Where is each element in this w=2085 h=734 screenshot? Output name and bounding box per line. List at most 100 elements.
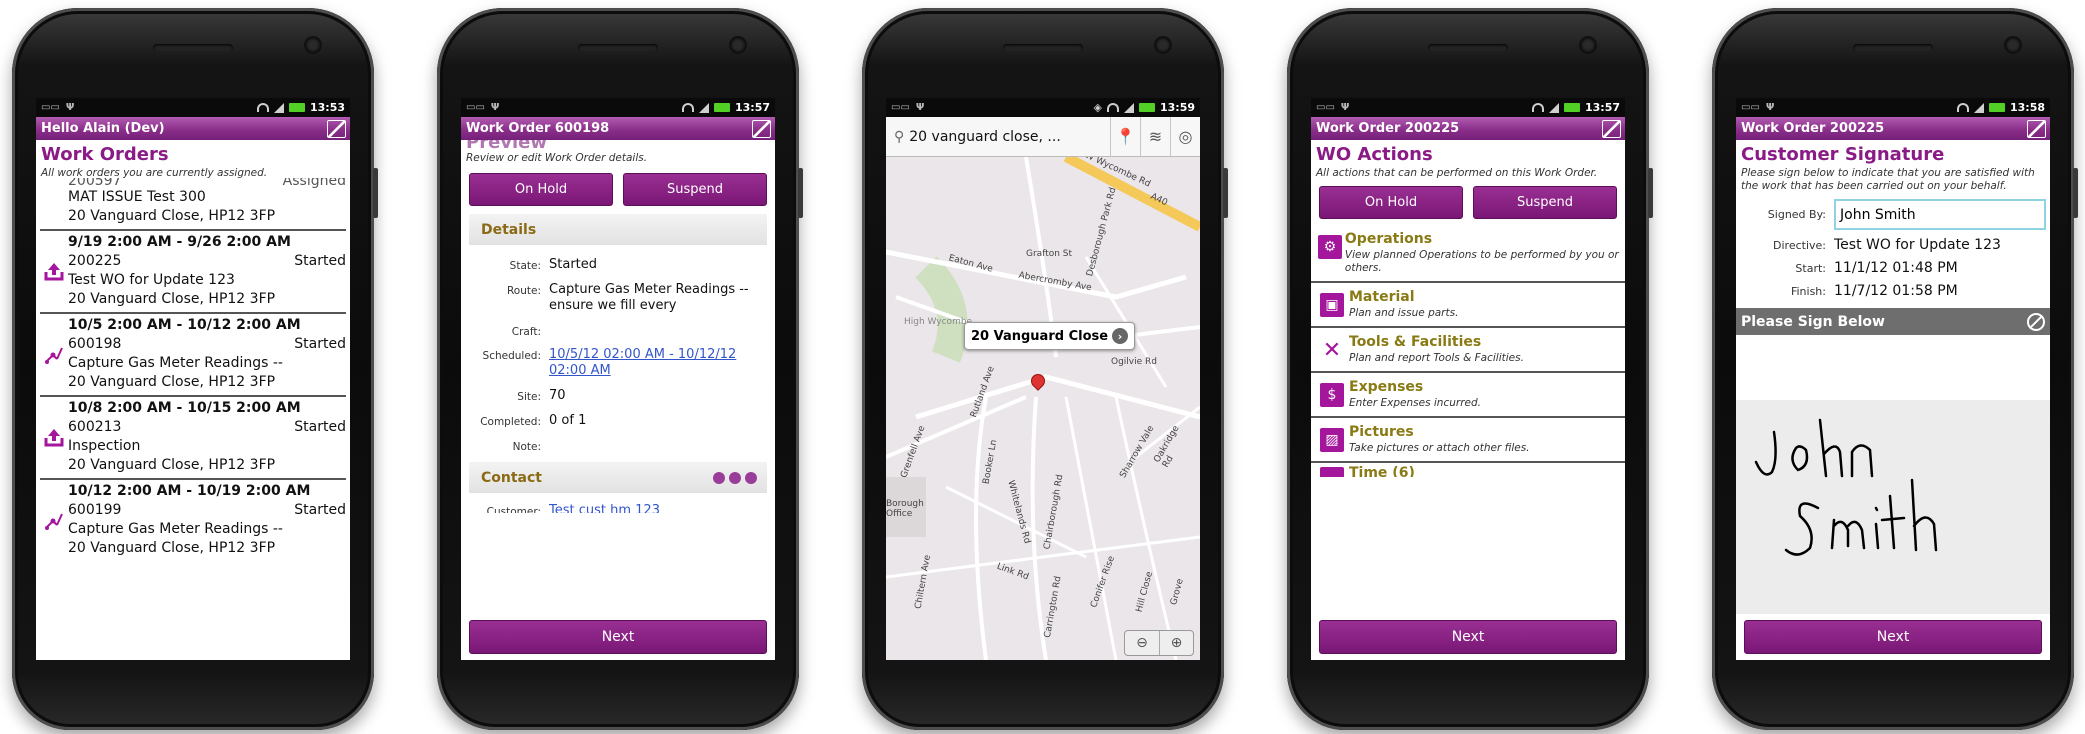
details-section-header[interactable]: Details [469, 214, 767, 245]
expenses-icon: $ [1320, 383, 1344, 407]
phone-5: ▭▭ Ψ 13:58 Work Order 200225 Customer Sig… [1712, 8, 2078, 730]
work-order-name: MAT ISSUE Test 300 [68, 189, 206, 205]
voicemail-icon: ▭▭ [1316, 102, 1335, 113]
action-operations[interactable]: ⚙ Operations View planned Operations to b… [1311, 225, 1625, 283]
zoom-in-icon[interactable]: ⊕ [1159, 631, 1193, 655]
app-title: Work Order 600198 [466, 121, 610, 136]
app-title-bar: Work Order 200225 [1311, 117, 1625, 140]
action-title: Expenses [1349, 379, 1424, 395]
action-tools-facilities[interactable]: ✕ Tools & Facilities Plan and report Tool… [1311, 328, 1625, 373]
screen-work-orders: ▭▭ Ψ 13:53 Hello Alain (Dev) Work Orders … [36, 98, 350, 660]
customer-link[interactable]: Test cust hm 123 [549, 503, 767, 513]
map-view[interactable]: W Wycombe Rd Grafton St Eaton Ave Abercr… [886, 157, 1200, 660]
list-item[interactable]: 9/19 2:00 AM - 9/26 2:00 AM 200225 Starte… [40, 231, 346, 314]
work-order-name: Capture Gas Meter Readings -- [68, 355, 283, 371]
phone-4: ▭▭ Ψ 13:57 Work Order 200225 WO Actions A… [1287, 8, 1653, 730]
phone-1: ▭▭ Ψ 13:53 Hello Alain (Dev) Work Orders … [12, 8, 378, 730]
app-title-bar: Work Order 200225 [1736, 117, 2050, 140]
app-title-bar: Work Order 600198 [461, 117, 775, 140]
work-order-dates: 9/19 2:00 AM - 9/26 2:00 AM [68, 234, 291, 250]
scheduled-link[interactable]: 10/5/12 02:00 AM - 10/12/12 02:00 AM [549, 347, 767, 379]
edit-icon[interactable] [752, 119, 771, 138]
signed-by-input[interactable]: John Smith [1834, 199, 2046, 230]
search-icon: ⚲ [894, 128, 905, 145]
voicemail-icon: ▭▭ [466, 102, 485, 113]
place-pin-icon[interactable]: 📍 [1110, 116, 1140, 157]
app-title-bar: Hello Alain (Dev) [36, 117, 350, 140]
page-title: Preview [461, 140, 775, 150]
action-expenses[interactable]: $ Expenses Enter Expenses incurred. [1311, 373, 1625, 418]
wifi-icon [1956, 103, 1969, 112]
location-callout[interactable]: 20 Vanguard Close › [964, 322, 1136, 350]
action-title: Tools & Facilities [1349, 334, 1482, 350]
action-title: Pictures [1349, 424, 1414, 440]
list-item[interactable]: 200597 Assigned MAT ISSUE Test 300 20 Va… [40, 176, 346, 231]
tools-icon: ✕ [1322, 337, 1342, 363]
chevron-right-icon[interactable]: › [1112, 328, 1129, 344]
material-icon: ▣ [1320, 293, 1344, 317]
zoom-out-icon[interactable]: ⊖ [1125, 631, 1159, 655]
action-pictures[interactable]: ▨ Pictures Take pictures or attach other … [1311, 418, 1625, 463]
speaker-grille [1003, 44, 1083, 52]
edit-icon[interactable] [327, 119, 346, 138]
front-camera [306, 38, 320, 52]
action-material[interactable]: ▣ Material Plan and issue parts. [1311, 283, 1625, 328]
my-location-icon[interactable]: ◎ [1170, 116, 1200, 157]
edit-icon[interactable] [1602, 119, 1621, 138]
clear-signature-icon[interactable] [2027, 312, 2045, 331]
on-hold-button[interactable]: On Hold [1319, 186, 1463, 219]
work-order-address: 20 Vanguard Close, HP12 3FP [68, 457, 276, 473]
list-item[interactable]: 10/12 2:00 AM - 10/19 2:00 AM 600199 Star… [40, 480, 346, 561]
clock: 13:53 [309, 101, 345, 114]
work-order-address: 20 Vanguard Close, HP12 3FP [68, 374, 276, 390]
signal-icon [273, 102, 284, 113]
work-order-address: 20 Vanguard Close, HP12 3FP [68, 540, 276, 556]
next-button[interactable]: Next [469, 620, 767, 654]
on-hold-button[interactable]: On Hold [469, 173, 613, 206]
speaker-grille [578, 44, 658, 52]
status-bar: ▭▭ Ψ 13:58 [1736, 98, 2050, 117]
more-icon[interactable] [713, 471, 757, 484]
side-button [373, 168, 378, 218]
work-order-dates: 10/8 2:00 AM - 10/15 2:00 AM [68, 400, 301, 416]
suspend-button[interactable]: Suspend [623, 173, 767, 206]
work-order-dates: 10/5 2:00 AM - 10/12 2:00 AM [68, 317, 301, 333]
actions-list: ⚙ Operations View planned Operations to b… [1311, 225, 1625, 477]
list-item[interactable]: 10/5 2:00 AM - 10/12 2:00 AM 600198 Start… [40, 314, 346, 397]
clock: 13:57 [1584, 101, 1620, 114]
front-camera [1581, 38, 1595, 52]
usb-icon: Ψ [915, 102, 925, 113]
craft-field: Craft: [511, 326, 541, 338]
search-value: 20 vanguard close, ... [909, 128, 1061, 145]
voicemail-icon: ▭▭ [41, 102, 60, 113]
contact-section-header[interactable]: Contact [469, 462, 767, 493]
side-button [2073, 168, 2078, 218]
layers-icon[interactable]: ≋ [1140, 116, 1170, 157]
work-order-id: 200597 [68, 178, 122, 188]
signal-icon [1548, 102, 1559, 113]
edit-icon[interactable] [2027, 119, 2046, 138]
wifi-icon [256, 103, 269, 112]
usb-icon: Ψ [1765, 102, 1775, 113]
zoom-controls: ⊖ ⊕ [1124, 630, 1194, 656]
action-description: View planned Operations to be performed … [1344, 249, 1619, 274]
map-search-field[interactable]: ⚲ 20 vanguard close, ... [886, 129, 1110, 145]
signature-pad[interactable] [1736, 400, 2050, 614]
action-time[interactable]: Time (6) [1311, 463, 1625, 477]
usb-icon: Ψ [490, 102, 500, 113]
action-description: Take pictures or attach other files. [1349, 442, 1530, 454]
gps-icon: ◈ [1093, 101, 1102, 114]
next-button[interactable]: Next [1744, 620, 2042, 654]
wifi-icon [1106, 103, 1119, 112]
next-button[interactable]: Next [1319, 620, 1617, 654]
list-item[interactable]: 10/8 2:00 AM - 10/15 2:00 AM 600213 Start… [40, 397, 346, 480]
battery-icon [1138, 103, 1155, 112]
signal-icon [1973, 102, 1984, 113]
suspend-button[interactable]: Suspend [1473, 186, 1617, 219]
status-bar: ▭▭ Ψ 13:53 [36, 98, 350, 117]
time-icon [1320, 467, 1344, 477]
upload-icon [40, 233, 68, 309]
map-label: High Wycombe [904, 317, 973, 327]
app-title: Hello Alain (Dev) [41, 121, 165, 136]
signature-drawing [1754, 418, 1938, 556]
